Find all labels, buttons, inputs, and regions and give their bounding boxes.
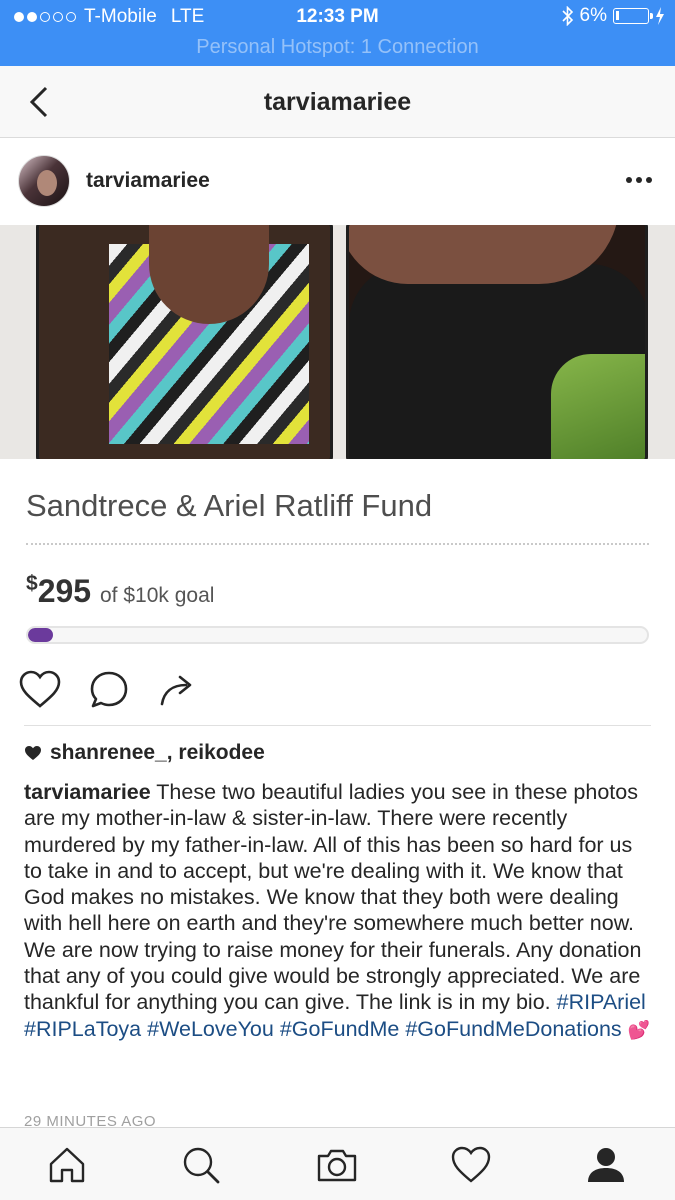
divider: [24, 725, 651, 726]
photo-left: [36, 225, 333, 459]
hotspot-banner[interactable]: Personal Hotspot: 1 Connection: [0, 36, 675, 59]
hashtag[interactable]: #RIPAriel: [557, 990, 646, 1014]
progress-bar: [26, 626, 649, 644]
nav-bar: tarviamariee: [0, 66, 675, 138]
hearts-emoji: 💕: [627, 1019, 651, 1040]
post-username[interactable]: tarviamariee: [86, 169, 210, 193]
status-bar: T-Mobile LTE 12:33 PM 6% Personal Hotspo…: [0, 0, 675, 66]
heart-icon[interactable]: [18, 668, 62, 712]
heart-icon: [25, 746, 41, 760]
post-actions: [0, 668, 675, 714]
charging-icon: [656, 7, 664, 25]
camera-icon[interactable]: [316, 1144, 358, 1186]
divider: [26, 543, 649, 545]
hashtag[interactable]: #WeLoveYou: [147, 1017, 274, 1041]
hashtag[interactable]: #GoFundMeDonations: [405, 1017, 621, 1041]
hashtag[interactable]: #GoFundMe: [280, 1017, 400, 1041]
bluetooth-icon: [561, 6, 573, 26]
hashtag[interactable]: #RIPLaToya: [24, 1017, 141, 1041]
likes-row[interactable]: shanrenee_, reikodee: [24, 741, 265, 765]
search-icon[interactable]: [180, 1144, 222, 1186]
goal-text: of $10k goal: [100, 584, 215, 607]
profile-icon[interactable]: [585, 1144, 627, 1186]
fund-title: Sandtrece & Ariel Ratliff Fund: [26, 488, 433, 523]
battery-icon: [613, 8, 653, 24]
activity-heart-icon[interactable]: [450, 1144, 492, 1186]
post-caption: tarviamariee These two beautiful ladies …: [24, 779, 656, 1043]
post-header: tarviamariee: [0, 139, 675, 225]
status-right: 6%: [561, 5, 665, 27]
page-title: tarviamariee: [263, 88, 412, 116]
caption-username[interactable]: tarviamariee: [24, 780, 151, 804]
liked-by[interactable]: shanrenee_, reikodee: [50, 741, 265, 765]
tab-bar: [0, 1127, 675, 1200]
post-image[interactable]: [0, 225, 675, 459]
battery-percent: 6%: [579, 5, 607, 26]
comment-icon[interactable]: [87, 668, 131, 712]
home-icon[interactable]: [46, 1144, 88, 1186]
amount-raised: $295: [26, 572, 92, 609]
photo-right: [346, 225, 648, 459]
caption-text: These two beautiful ladies you see in th…: [24, 780, 642, 1015]
share-icon[interactable]: [156, 668, 200, 712]
progress-fill: [28, 628, 53, 642]
avatar[interactable]: [18, 155, 70, 207]
more-icon[interactable]: [625, 175, 653, 185]
